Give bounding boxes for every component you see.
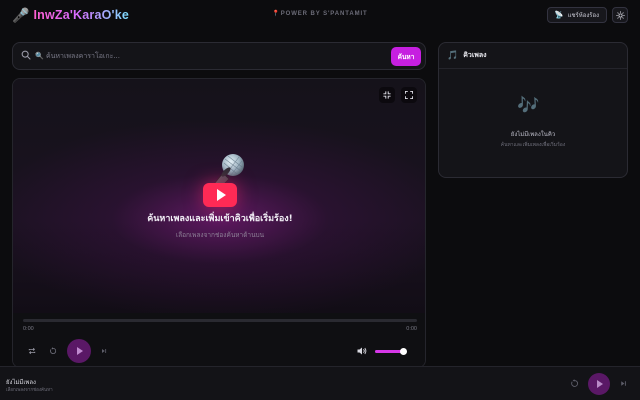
now-playing-subtitle: เลือกเพลงจากช่องค้นหา — [6, 388, 53, 393]
queue-title: คิวเพลง — [463, 51, 487, 59]
search-input[interactable] — [35, 48, 395, 64]
share-room-label: แชร์ห้องร้อง — [567, 13, 599, 19]
music-notes-icon: 🎶 — [517, 95, 540, 115]
duration: 0:00 — [406, 326, 417, 332]
queue-empty-title: ยังไม่มีเพลงในคิว — [510, 131, 556, 138]
video-stage[interactable]: ค้นหาเพลงและเพิ่มเข้าคิวเพื่อเริ่มร้อง! … — [13, 79, 425, 313]
skip-next-icon — [102, 349, 107, 353]
mini-play-button[interactable] — [588, 373, 610, 395]
current-time: 0:00 — [23, 326, 34, 332]
fullscreen-icon — [405, 91, 413, 99]
repeat-button[interactable] — [27, 346, 37, 356]
now-playing-bar: ยังไม่มีเพลง เลือกเพลงจากช่องค้นหา — [0, 366, 640, 400]
queue-empty-subtitle: ค้นหาและเพิ่มเพลงเพื่อเริ่มร้อง — [500, 142, 566, 148]
fullscreen-button[interactable] — [401, 87, 417, 103]
play-button[interactable] — [67, 339, 91, 363]
replay-button[interactable] — [48, 346, 58, 356]
player-controls: 0:00 0:00 — [13, 313, 425, 367]
search-button[interactable]: ค้นหา — [391, 47, 421, 66]
empty-state-title: ค้นหาเพลงและเพิ่มเข้าคิวเพื่อเริ่มร้อง! — [147, 214, 293, 224]
replay-icon — [50, 347, 57, 354]
repeat-icon — [28, 347, 36, 355]
theme-toggle-button[interactable] — [612, 7, 628, 23]
queue-header: 🎵 คิวเพลง — [439, 43, 627, 69]
sun-icon — [615, 10, 625, 20]
queue-panel: 🎵 คิวเพลง 🎶 ยังไม่มีเพลงในคิว ค้นหาและเพ… — [438, 42, 628, 178]
volume-icon[interactable] — [357, 347, 367, 355]
replay-icon[interactable] — [570, 379, 579, 388]
music-note-icon: 🎵 — [447, 50, 459, 60]
powered-by: 📍POWER BY S'PANTAMIT — [0, 10, 640, 17]
skip-next-button[interactable] — [99, 346, 109, 356]
top-actions: 📡 แชร์ห้องร้อง — [546, 7, 628, 23]
volume-knob[interactable] — [400, 348, 408, 355]
skip-next-icon[interactable] — [619, 379, 628, 388]
broadcast-icon: 📡 — [554, 12, 564, 19]
exit-fullscreen-button[interactable] — [379, 87, 395, 103]
search-icon — [21, 50, 31, 60]
powered-by-text: POWER BY S'PANTAMIT — [280, 11, 368, 17]
video-player: ค้นหาเพลงและเพิ่มเข้าคิวเพื่อเริ่มร้อง! … — [12, 78, 426, 368]
youtube-icon — [203, 183, 237, 207]
search-bar: ค้นหา — [12, 42, 426, 70]
share-room-button[interactable]: 📡 แชร์ห้องร้อง — [546, 7, 607, 23]
progress-bar[interactable] — [23, 319, 417, 322]
pin-icon: 📍 — [272, 11, 281, 17]
top-bar: 🎤 InwZa'KaraO'ke 📍POWER BY S'PANTAMIT 📡 … — [0, 0, 640, 30]
empty-state-subtitle: เลือกเพลงจากช่องค้นหาด้านบน — [175, 231, 265, 239]
play-icon — [597, 380, 603, 388]
play-icon — [77, 347, 83, 355]
fullscreen-exit-icon — [383, 91, 391, 99]
